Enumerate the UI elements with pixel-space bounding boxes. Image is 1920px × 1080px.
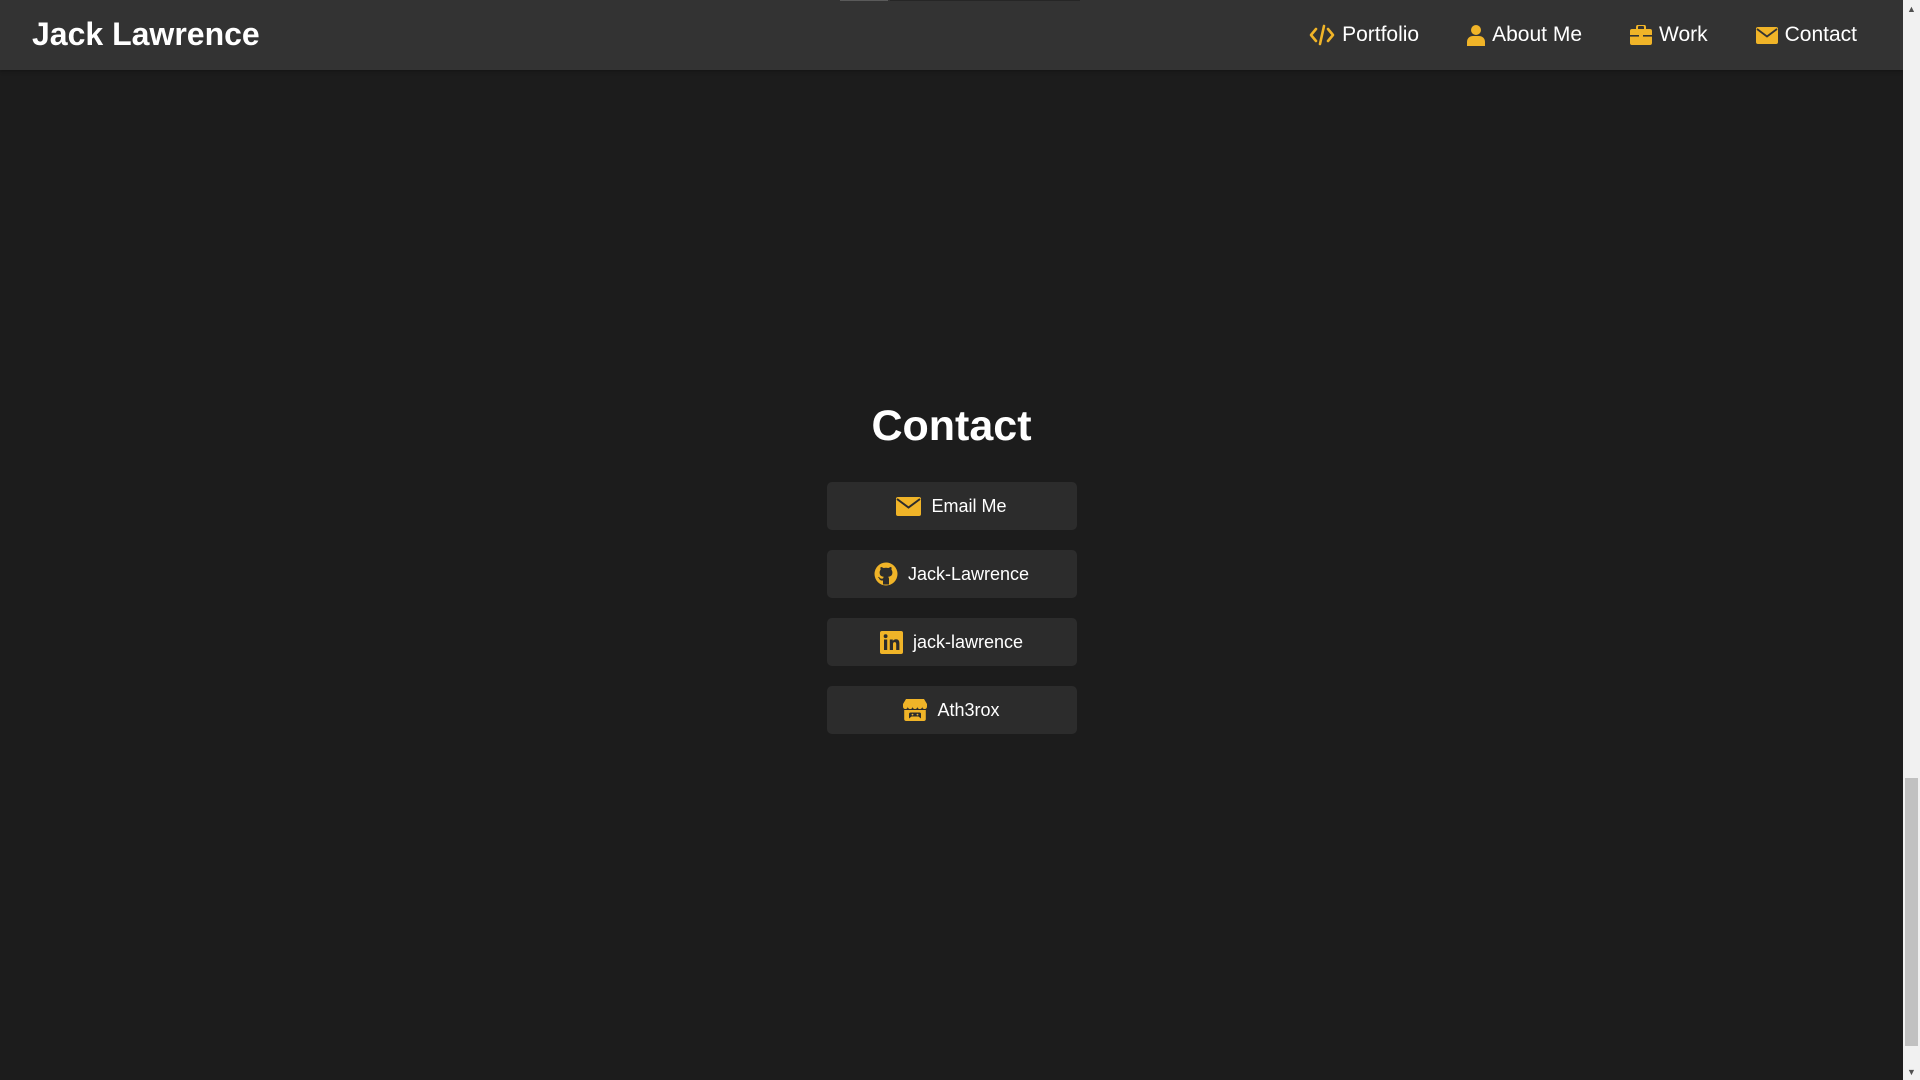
briefcase-icon <box>1630 25 1652 45</box>
itch-io-button[interactable]: Ath3rox <box>826 686 1077 734</box>
nav-item-about-me[interactable]: About Me <box>1467 23 1582 47</box>
scroll-up-arrow-icon[interactable]: ▲ <box>1903 0 1920 17</box>
scroll-down-arrow-icon[interactable]: ▼ <box>1903 1063 1920 1080</box>
email-button-label: Email Me <box>931 495 1007 516</box>
envelope-icon <box>896 496 922 516</box>
section-title: Contact <box>871 402 1032 450</box>
linkedin-button-label: jack-lawrence <box>912 631 1024 652</box>
nav-item-work[interactable]: Work <box>1630 23 1708 47</box>
nav-item-label: About Me <box>1492 23 1582 46</box>
github-button-label: Jack-Lawrence <box>907 563 1030 584</box>
navbar: Jack Lawrence Portfolio About Me Work Co… <box>0 0 1903 70</box>
envelope-icon <box>1755 26 1778 44</box>
github-icon <box>874 562 898 586</box>
scrollbar-thumb[interactable] <box>1905 778 1918 1046</box>
linkedin-icon <box>879 630 903 654</box>
itch-io-icon <box>903 699 928 721</box>
contact-section: Contact Email Me Jack-Lawrence jack-lawr… <box>0 398 1903 754</box>
linkedin-button[interactable]: jack-lawrence <box>826 618 1077 666</box>
nav-item-label: Work <box>1659 23 1708 46</box>
nav-menu: Portfolio About Me Work Contact <box>1309 0 1857 70</box>
site-brand[interactable]: Jack Lawrence <box>32 13 260 55</box>
code-icon <box>1309 24 1335 46</box>
nav-item-label: Portfolio <box>1342 23 1420 46</box>
nav-indicator <box>840 0 888 1</box>
nav-item-label: Contact <box>1784 23 1857 46</box>
vertical-scrollbar[interactable]: ▲ ▼ <box>1903 0 1920 1080</box>
user-icon <box>1467 24 1486 46</box>
page: Jack Lawrence Portfolio About Me Work Co… <box>0 0 1920 1080</box>
github-button[interactable]: Jack-Lawrence <box>826 550 1077 598</box>
itch-io-button-label: Ath3rox <box>937 699 1000 720</box>
email-button[interactable]: Email Me <box>826 482 1077 530</box>
nav-item-portfolio[interactable]: Portfolio <box>1309 23 1419 47</box>
nav-indicator-track <box>890 0 1080 1</box>
nav-item-contact[interactable]: Contact <box>1755 23 1857 47</box>
